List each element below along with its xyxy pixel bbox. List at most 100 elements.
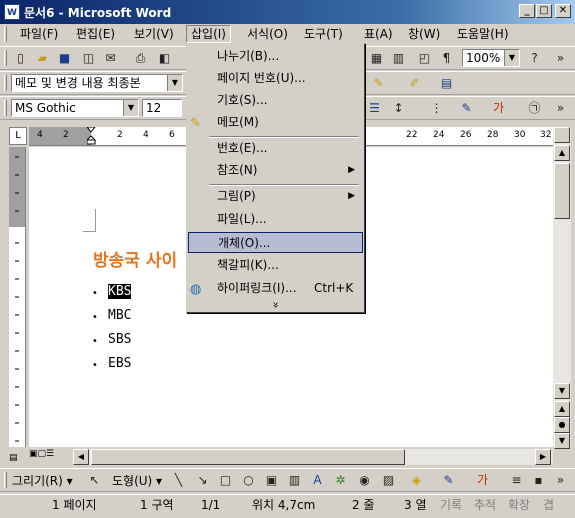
zoom-combo[interactable]: 100% ▼ [462,49,520,67]
toolbar-grip[interactable] [4,75,7,91]
new-document-icon[interactable]: ▯ [12,50,29,66]
web-layout-icon[interactable]: ▣ [29,449,38,459]
word-app-icon[interactable]: W [4,4,20,20]
rectangle-icon[interactable]: □ [217,472,234,488]
distributed-icon[interactable]: ☰ [366,100,383,116]
menu-item-reference[interactable]: 참조(N) ▶ [188,160,363,181]
toolbar-grip[interactable] [4,100,7,116]
menu-item-page-numbers[interactable]: 페이지 번호(U)... [188,68,363,89]
status-ext[interactable]: 확장 [508,497,530,514]
line-icon[interactable]: ╲ [170,472,187,488]
split-box-icon[interactable] [554,127,570,143]
menubar-grip[interactable] [4,26,7,42]
new-comment-icon[interactable]: ✎ [370,75,387,91]
outline-view-icon[interactable]: ☰ [46,449,54,459]
list-item[interactable]: KBS [108,284,132,299]
horizontal-scrollbar[interactable]: ▣▢☰ ◀ ▶ [29,449,553,465]
menu-item-comment[interactable]: ✎ 메모(M) [188,112,363,133]
oval-icon[interactable]: ○ [240,472,257,488]
indent-marker-icon[interactable] [85,126,97,145]
document-heading[interactable]: 방송국 사이 [93,246,177,271]
tab-selector-icon[interactable]: L [9,127,27,145]
menu-insert[interactable]: 삽입(I) [186,25,231,43]
shadow-style-icon[interactable]: ▪ [530,472,547,488]
font-color-icon[interactable]: 가 [474,472,491,488]
normal-view-icon[interactable]: ▤ [9,453,18,463]
scroll-thumb[interactable] [554,163,570,219]
close-icon[interactable]: ✕ [555,4,571,18]
toolbar-grip[interactable] [4,472,7,488]
document-map-icon[interactable]: ◰ [416,50,433,66]
chevron-down-icon[interactable]: ▼ [167,75,182,91]
autoshapes-menu-button[interactable]: 도형(U) ▾ [112,472,162,489]
clip-art-icon[interactable]: ◉ [356,472,373,488]
open-folder-icon[interactable]: ▰ [34,50,51,66]
menu-file[interactable]: 파일(F) [16,26,62,42]
menu-item-hyperlink[interactable]: ◍ 하이퍼링크(I)... Ctrl+K [188,278,363,299]
status-ovr[interactable]: 겹 [543,497,554,514]
text-box-icon[interactable]: ▣ [263,472,280,488]
chevron-down-icon[interactable]: ▼ [504,50,519,66]
print-icon[interactable]: ⎙ [132,50,149,66]
draw-menu-button[interactable]: 그리기(R) ▾ [12,472,73,489]
menu-window[interactable]: 창(W) [404,26,444,42]
maximize-icon[interactable]: □ [536,4,552,18]
toolbar-options-icon[interactable]: » [552,472,569,488]
arrow-icon[interactable]: ↘ [194,472,211,488]
vertical-ruler[interactable] [9,147,26,447]
wordart-icon[interactable]: A [309,472,326,488]
next-page-icon[interactable]: ▼ [554,433,570,449]
font-name-combo[interactable]: MS Gothic ▼ [11,99,139,117]
menu-expand-icon[interactable]: » [188,297,363,311]
print-preview-icon[interactable]: ◧ [156,50,173,66]
menu-item-break[interactable]: 나누기(B)... [188,46,363,67]
email-icon[interactable]: ✉ [102,50,119,66]
chevron-down-icon[interactable]: ▼ [123,100,138,116]
columns-icon[interactable]: ▥ [390,50,407,66]
line-style-icon[interactable]: ≡ [508,472,525,488]
show-hide-icon[interactable]: ¶ [438,50,455,66]
previous-page-icon[interactable]: ▲ [554,401,570,417]
print-layout-icon[interactable]: ▢ [38,449,47,459]
menu-table[interactable]: 표(A) [360,26,397,42]
scroll-up-icon[interactable]: ▲ [554,145,570,161]
vertical-scrollbar[interactable]: ▲ ▼ ▲ ● ▼ [553,127,571,449]
menu-item-bookmark[interactable]: 책갈피(K)... [188,255,363,276]
diagram-icon[interactable]: ✲ [332,472,349,488]
menu-tools[interactable]: 도구(T) [300,26,347,42]
track-changes-icon[interactable]: ✐ [406,75,423,91]
toolbar-options-icon[interactable]: » [552,100,569,116]
status-trk[interactable]: 추적 [474,497,496,514]
insert-table-icon[interactable]: ▦ [368,50,385,66]
scroll-down-icon[interactable]: ▼ [554,383,570,399]
list-item[interactable]: SBS [108,332,131,347]
menu-format[interactable]: 서식(O) [243,26,292,42]
select-objects-icon[interactable]: ↖ [86,472,103,488]
line-color-icon[interactable]: ✎ [440,472,457,488]
menu-help[interactable]: 도움말(H) [453,26,513,42]
font-size-combo[interactable]: 12 [142,99,182,117]
menu-item-symbol[interactable]: 기호(S)... [188,90,363,111]
font-color-icon[interactable]: 가 [490,100,507,116]
select-browse-object-icon[interactable]: ● [554,417,570,433]
enclose-characters-icon[interactable]: ㉠ [526,100,543,116]
numbering-icon[interactable]: ⋮ [428,100,445,116]
list-item[interactable]: MBC [108,308,131,323]
scroll-right-icon[interactable]: ▶ [535,449,551,465]
reviewing-pane-icon[interactable]: ▤ [438,75,455,91]
menu-edit[interactable]: 편집(E) [72,26,119,42]
hscroll-thumb[interactable] [91,449,405,465]
minimize-icon[interactable]: _ [519,4,535,18]
list-item[interactable]: EBS [108,356,131,371]
menu-view[interactable]: 보기(V) [130,26,178,42]
save-icon[interactable]: ■ [56,50,73,66]
menu-item-picture[interactable]: 그림(P) ▶ [188,186,363,207]
help-icon[interactable]: ? [526,50,543,66]
toolbar-options-icon[interactable]: » [552,50,569,66]
vertical-text-box-icon[interactable]: ▥ [286,472,303,488]
menu-item-numbering[interactable]: 번호(E)... [188,138,363,159]
fill-color-icon[interactable]: ◈ [408,472,425,488]
highlight-icon[interactable]: ✎ [458,100,475,116]
permission-icon[interactable]: ◫ [80,50,97,66]
display-for-review-combo[interactable]: 메모 및 변경 내용 최종본 ▼ [11,74,183,92]
